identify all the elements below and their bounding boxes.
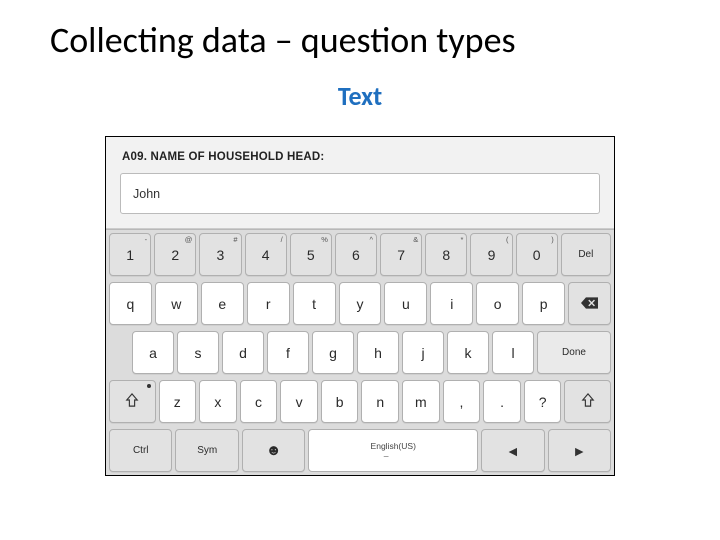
key-7[interactable]: 7& [380,233,422,276]
keyboard-row-z: z x c v b n m , . ? [106,377,614,426]
key-w[interactable]: w [155,282,198,325]
key-x[interactable]: x [199,380,237,423]
backspace-icon [581,296,598,312]
key-o[interactable]: o [476,282,519,325]
key-g[interactable]: g [312,331,354,374]
slide-title: Collecting data – question types [0,0,720,62]
key-v[interactable]: v [280,380,318,423]
key-4[interactable]: 4/ [245,233,287,276]
keyboard-row-bottom: Ctrl Sym ☻ English(US) ⎵ ◄ ► [106,426,614,475]
text-input-value: John [133,187,160,201]
key-arrow-right[interactable]: ► [548,429,611,472]
form-screenshot: A09. NAME OF HOUSEHOLD HEAD: John 1- 2@ … [105,136,615,476]
key-t[interactable]: t [293,282,336,325]
arrow-right-icon: ► [572,443,586,459]
keyboard-row-numbers: 1- 2@ 3# 4/ 5% 6^ 7& 8* 9( 0) Del [106,230,614,279]
key-emoji[interactable]: ☻ [242,429,305,472]
key-h[interactable]: h [357,331,399,374]
text-input[interactable]: John [120,173,600,214]
key-r[interactable]: r [247,282,290,325]
key-3[interactable]: 3# [199,233,241,276]
key-6[interactable]: 6^ [335,233,377,276]
key-z[interactable]: z [159,380,197,423]
key-u[interactable]: u [384,282,427,325]
key-l[interactable]: l [492,331,534,374]
key-q[interactable]: q [109,282,152,325]
key-shift-right[interactable] [564,380,611,423]
key-sym[interactable]: Sym [175,429,238,472]
key-done[interactable]: Done [537,331,611,374]
key-i[interactable]: i [430,282,473,325]
key-backspace[interactable] [568,282,611,325]
key-m[interactable]: m [402,380,440,423]
key-a[interactable]: a [132,331,174,374]
key-d[interactable]: d [222,331,264,374]
key-p[interactable]: p [522,282,565,325]
key-k[interactable]: k [447,331,489,374]
question-area: A09. NAME OF HOUSEHOLD HEAD: John [106,137,614,229]
key-b[interactable]: b [321,380,359,423]
key-comma[interactable]: , [443,380,481,423]
key-space[interactable]: English(US) ⎵ [308,429,478,472]
key-9[interactable]: 9( [470,233,512,276]
key-e[interactable]: e [201,282,244,325]
key-n[interactable]: n [361,380,399,423]
space-language-label: English(US) [371,442,416,451]
key-question[interactable]: ? [524,380,562,423]
key-y[interactable]: y [339,282,382,325]
question-label: A09. NAME OF HOUSEHOLD HEAD: [122,151,600,163]
key-5[interactable]: 5% [290,233,332,276]
key-delete[interactable]: Del [561,233,611,276]
space-bar-icon: ⎵ [384,454,403,457]
key-1[interactable]: 1- [109,233,151,276]
key-arrow-left[interactable]: ◄ [481,429,544,472]
key-f[interactable]: f [267,331,309,374]
emoji-icon: ☻ [266,442,282,459]
key-ctrl[interactable]: Ctrl [109,429,172,472]
shift-arrow-icon [125,393,139,410]
shift-dot-icon [147,384,151,388]
key-period[interactable]: . [483,380,521,423]
arrow-left-icon: ◄ [506,443,520,459]
key-shift-left[interactable] [109,380,156,423]
key-2[interactable]: 2@ [154,233,196,276]
key-c[interactable]: c [240,380,278,423]
keyboard-row-q: q w e r t y u i o p [106,279,614,328]
shift-arrow-icon [581,393,595,410]
key-8[interactable]: 8* [425,233,467,276]
key-j[interactable]: j [402,331,444,374]
onscreen-keyboard: 1- 2@ 3# 4/ 5% 6^ 7& 8* 9( 0) Del q w e … [106,229,614,475]
keyboard-row-a: a s d f g h j k l Done [106,328,614,377]
key-s[interactable]: s [177,331,219,374]
slide-subtitle: Text [0,80,720,112]
key-0[interactable]: 0) [516,233,558,276]
